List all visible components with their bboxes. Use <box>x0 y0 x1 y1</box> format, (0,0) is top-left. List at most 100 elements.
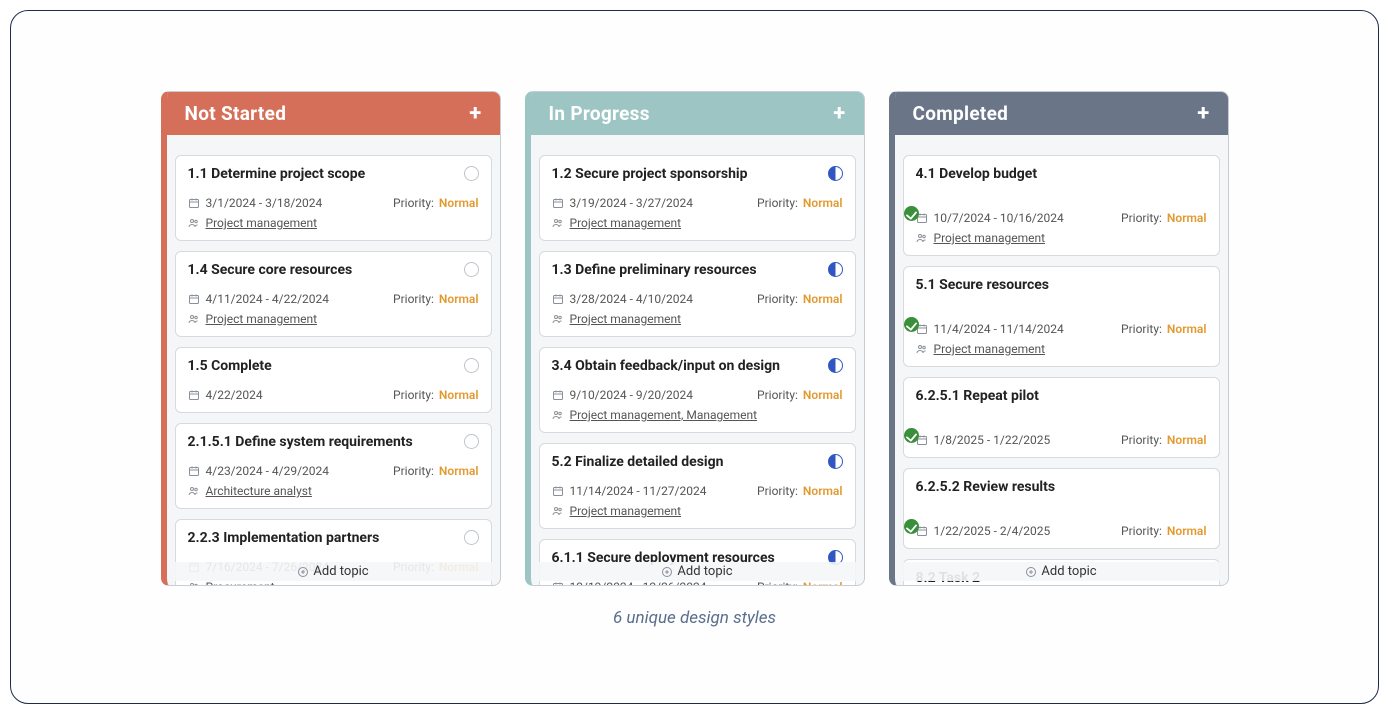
people-icon <box>552 409 564 421</box>
status-icon[interactable] <box>464 358 479 373</box>
calendar-icon <box>188 389 200 401</box>
task-priority: Priority: Normal <box>1121 524 1206 538</box>
task-assignees: Project management <box>552 216 682 230</box>
task-priority: Priority: Normal <box>1121 211 1206 225</box>
task-dates: 10/7/2024 - 10/16/2024 <box>916 211 1064 225</box>
date-text: 3/1/2024 - 3/18/2024 <box>206 196 323 210</box>
priority-label: Priority: <box>757 196 801 210</box>
task-card[interactable]: 6.2.5.2 Review results1/22/2025 - 2/4/20… <box>903 468 1220 549</box>
task-dates: 4/11/2024 - 4/22/2024 <box>188 292 330 306</box>
add-card-button[interactable]: + <box>833 103 845 125</box>
task-title: 1.1 Determine project scope <box>188 166 479 182</box>
task-meta-row: 3/28/2024 - 4/10/2024Priority: Normal <box>552 292 843 306</box>
task-card[interactable]: 1.2 Secure project sponsorship3/19/2024 … <box>539 155 856 241</box>
task-title: 1.3 Define preliminary resources <box>552 262 843 278</box>
task-priority: Priority: Normal <box>757 292 842 306</box>
assignees-link[interactable]: Project management <box>206 312 318 326</box>
plus-circle-icon <box>661 566 673 578</box>
add-card-button[interactable]: + <box>469 103 481 125</box>
assignees-link[interactable]: Project management <box>934 342 1046 356</box>
status-icon[interactable] <box>464 166 479 181</box>
status-icon[interactable] <box>904 317 919 332</box>
task-priority: Priority: Normal <box>393 292 478 306</box>
calendar-icon <box>188 465 200 477</box>
task-card[interactable]: 5.2 Finalize detailed design 11/14/2024 -… <box>539 443 856 529</box>
people-icon <box>916 232 928 244</box>
status-icon[interactable] <box>464 262 479 277</box>
people-icon <box>188 313 200 325</box>
priority-value: Normal <box>439 388 479 402</box>
priority-label: Priority: <box>393 292 437 306</box>
task-title: 5.2 Finalize detailed design <box>552 454 843 470</box>
task-title: 1.5 Complete <box>188 358 479 374</box>
status-icon[interactable] <box>904 206 919 221</box>
priority-value: Normal <box>1167 524 1207 538</box>
date-text: 1/22/2025 - 2/4/2025 <box>934 524 1051 538</box>
task-priority: Priority: Normal <box>757 196 842 210</box>
task-assignees: Project management <box>552 504 682 518</box>
task-assignees: Project management <box>552 312 682 326</box>
date-text: 4/23/2024 - 4/29/2024 <box>206 464 330 478</box>
status-icon[interactable] <box>904 519 919 534</box>
status-icon[interactable] <box>464 530 479 545</box>
task-assignee-row: Project management <box>552 216 843 230</box>
task-card[interactable]: 4.1 Develop budget10/7/2024 - 10/16/2024… <box>903 155 1220 256</box>
task-card[interactable]: 1.5 Complete4/22/2024Priority: Normal <box>175 347 492 413</box>
add-topic-button[interactable]: Add topic <box>175 562 492 581</box>
task-priority: Priority: Normal <box>757 388 842 402</box>
priority-value: Normal <box>803 292 843 306</box>
task-assignee-row: Project management <box>188 216 479 230</box>
assignees-link[interactable]: Project management <box>206 216 318 230</box>
task-assignees: Project management, Management <box>552 408 758 422</box>
status-icon[interactable] <box>828 166 843 181</box>
people-icon <box>188 217 200 229</box>
priority-value: Normal <box>439 292 479 306</box>
task-dates: 1/22/2025 - 2/4/2025 <box>916 524 1051 538</box>
task-meta-row: 9/10/2024 - 9/20/2024 Priority: Normal <box>552 388 843 402</box>
task-card[interactable]: 2.1.5.1 Define system requirements4/23/2… <box>175 423 492 509</box>
priority-label: Priority: <box>1121 211 1165 225</box>
column-header: Not Started + <box>167 92 500 135</box>
task-card[interactable]: 6.2.5.1 Repeat pilot1/8/2025 - 1/22/2025… <box>903 377 1220 458</box>
status-icon[interactable] <box>904 428 919 443</box>
assignees-link[interactable]: Architecture analyst <box>206 484 312 498</box>
date-text: 9/10/2024 - 9/20/2024 <box>570 388 694 402</box>
assignees-link[interactable]: Project management <box>570 216 682 230</box>
task-assignee-row: Project management <box>552 504 843 518</box>
priority-value: Normal <box>439 196 479 210</box>
task-assignees: Project management <box>188 216 318 230</box>
task-card[interactable]: 1.3 Define preliminary resources 3/28/202… <box>539 251 856 337</box>
task-card[interactable]: 5.1 Secure resources11/4/2024 - 11/14/20… <box>903 266 1220 367</box>
task-card[interactable]: 1.1 Determine project scope 3/1/2024 - 3/… <box>175 155 492 241</box>
add-topic-button[interactable]: Add topic <box>539 562 856 581</box>
assignees-link[interactable]: Project management, Management <box>570 408 758 422</box>
assignees-link[interactable]: Project management <box>570 312 682 326</box>
priority-label: Priority: <box>393 196 437 210</box>
assignees-link[interactable]: Project management <box>934 231 1046 245</box>
app-frame: Not Started +1.1 Determine project scope 3… <box>10 10 1379 704</box>
column-completed: Completed+4.1 Develop budget10/7/2024 - … <box>889 91 1229 586</box>
task-card[interactable]: 3.4 Obtain feedback/input on design 9/10/… <box>539 347 856 433</box>
status-icon[interactable] <box>828 358 843 373</box>
assignees-link[interactable]: Project management <box>570 504 682 518</box>
date-text: 4/22/2024 <box>206 388 263 402</box>
status-icon[interactable] <box>464 434 479 449</box>
status-icon[interactable] <box>828 454 843 469</box>
date-text: 11/14/2024 - 11/27/2024 <box>570 484 707 498</box>
task-title: 3.4 Obtain feedback/input on design <box>552 358 843 374</box>
task-assignee-row: Project management <box>188 312 479 326</box>
calendar-icon <box>552 389 564 401</box>
kanban-board: Not Started +1.1 Determine project scope 3… <box>11 11 1378 586</box>
status-icon[interactable] <box>828 262 843 277</box>
calendar-icon <box>552 581 564 585</box>
people-icon <box>188 485 200 497</box>
priority-label: Priority: <box>1121 524 1165 538</box>
date-text: 4/11/2024 - 4/22/2024 <box>206 292 330 306</box>
add-card-button[interactable]: + <box>1197 103 1209 125</box>
column-title: Not Started <box>185 102 287 125</box>
task-card[interactable]: 1.4 Secure core resources4/11/2024 - 4/2… <box>175 251 492 337</box>
add-topic-button[interactable]: Add topic <box>903 562 1220 581</box>
task-title: 1.2 Secure project sponsorship <box>552 166 843 182</box>
calendar-icon <box>552 197 564 209</box>
task-assignees: Architecture analyst <box>188 484 312 498</box>
